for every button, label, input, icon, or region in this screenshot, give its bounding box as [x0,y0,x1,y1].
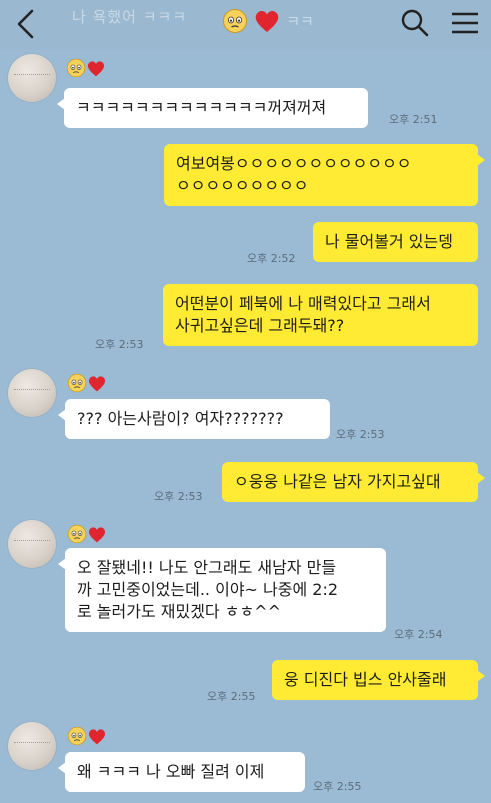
avatar-scribble [14,742,50,749]
chat-title-ghost: 나 욕했어 ㅋㅋㅋ [72,8,188,26]
chat-title-suffix: ㅋㅋ [286,12,314,31]
contact-name-emoji [67,524,107,546]
avatar[interactable] [8,722,56,770]
avatar[interactable] [8,520,56,568]
incoming-message-bubble[interactable]: 오 잘됐네!! 나도 안그래도 새남자 만들 까 고민중이었는데.. 이야~ 나… [58,548,386,632]
avatar[interactable] [8,54,56,102]
incoming-message-bubble[interactable]: ??? 아는사람이? 여자??????? [58,399,330,439]
message-timestamp: 오후 2:55 [313,780,362,793]
chat-header: 나 욕했어 ㅋㅋㅋ ㅋㅋ [0,0,491,50]
chat-title-emoji: ㅋㅋ [222,8,314,34]
contact-name-emoji [66,58,106,80]
outgoing-message-bubble[interactable]: 웅 디진다 빕스 안사줄래 [272,660,485,700]
incoming-message-bubble[interactable]: 왜 ㅋㅋㅋ 나 오빠 질려 이제 [58,752,305,792]
heart-icon [86,61,106,82]
outgoing-message-bubble[interactable]: ㅇ웅웅 나같은 남자 가지고싶대 [222,462,485,502]
message-timestamp: 오후 2:55 [207,690,256,703]
message-timestamp: 오후 2:54 [394,628,443,641]
menu-icon[interactable] [448,8,482,38]
back-icon[interactable] [8,6,44,42]
worried-face-icon [223,9,247,33]
search-icon[interactable] [398,6,432,40]
heart-icon [255,10,279,32]
heart-icon [87,376,107,397]
contact-name-emoji [67,726,107,748]
worried-face-icon [67,726,87,750]
heart-icon [87,729,107,750]
message-timestamp: 오후 2:52 [247,252,296,265]
worried-face-icon [66,58,86,82]
outgoing-message-bubble[interactable]: 어떤분이 페북에 나 매력있다고 그래서 사귀고싶은데 그래두돼?? [163,284,478,346]
avatar[interactable] [8,369,56,417]
worried-face-icon [67,524,87,548]
avatar-scribble [14,540,50,547]
avatar-scribble [14,389,50,396]
message-timestamp: 오후 2:53 [154,490,203,503]
heart-icon [87,527,107,548]
contact-name-emoji [67,373,107,395]
message-timestamp: 오후 2:51 [389,113,438,126]
worried-face-icon [67,373,87,397]
outgoing-message-bubble[interactable]: 나 물어볼거 있는뎅 [313,222,478,262]
outgoing-message-bubble[interactable]: 여보여봉ㅇㅇㅇㅇㅇㅇㅇㅇㅇㅇㅇㅇ ㅇㅇㅇㅇㅇㅇㅇㅇㅇ [164,144,485,206]
message-timestamp: 오후 2:53 [95,338,144,351]
message-timestamp: 오후 2:53 [336,428,385,441]
incoming-message-bubble[interactable]: ㅋㅋㅋㅋㅋㅋㅋㅋㅋㅋㅋㅋㅋ꺼져꺼져 [57,88,368,128]
avatar-scribble [14,74,50,81]
